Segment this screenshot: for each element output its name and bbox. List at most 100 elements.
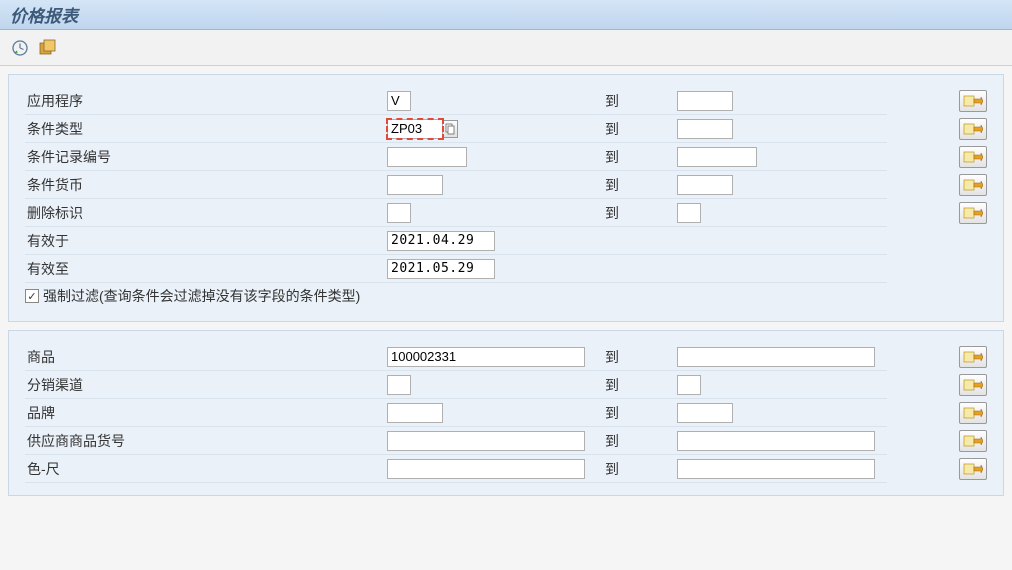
field-label: 色-尺 [25, 455, 387, 483]
from-cell [387, 427, 597, 455]
from-input[interactable] [387, 91, 411, 111]
to-cell [677, 115, 887, 143]
from-input[interactable] [387, 347, 585, 367]
from-cell [387, 371, 597, 399]
from-cell [387, 455, 597, 483]
field-row: 有效于 [25, 227, 987, 255]
to-label: 到 [597, 143, 677, 171]
multiple-selection-button[interactable] [959, 90, 987, 112]
to-input[interactable] [677, 147, 757, 167]
action-cell [947, 399, 987, 427]
to-input[interactable] [677, 203, 701, 223]
field-label: 有效至 [25, 255, 387, 283]
from-cell [387, 227, 597, 255]
field-label: 分销渠道 [25, 371, 387, 399]
page-title: 价格报表 [10, 2, 78, 27]
to-label: 到 [597, 87, 677, 115]
to-cell [677, 143, 887, 171]
from-cell [387, 343, 597, 371]
title-bar: 价格报表 [0, 0, 1012, 30]
field-row: 条件货币 到 [25, 171, 987, 199]
field-row: 分销渠道 到 [25, 371, 987, 399]
from-cell [387, 399, 597, 427]
multiple-selection-button[interactable] [959, 374, 987, 396]
multiple-selection-button[interactable] [959, 174, 987, 196]
variants-button[interactable] [38, 38, 58, 58]
multiple-selection-button[interactable] [959, 458, 987, 480]
to-input[interactable] [677, 431, 875, 451]
action-cell [947, 427, 987, 455]
to-input[interactable] [677, 375, 701, 395]
from-input[interactable] [387, 375, 411, 395]
field-row: 商品 到 [25, 343, 987, 371]
action-cell [947, 371, 987, 399]
to-input[interactable] [677, 91, 733, 111]
multiple-selection-button[interactable] [959, 118, 987, 140]
force-filter-row: ✓ 强制过滤(查询条件会过滤掉没有该字段的条件类型) [25, 283, 987, 309]
to-cell [677, 427, 887, 455]
from-input[interactable] [387, 175, 443, 195]
from-input[interactable] [387, 403, 443, 423]
action-cell [947, 143, 987, 171]
from-cell [387, 255, 597, 283]
multiple-selection-button[interactable] [959, 146, 987, 168]
action-cell [947, 343, 987, 371]
to-label: 到 [597, 115, 677, 143]
from-cell [387, 143, 597, 171]
search-help-icon[interactable] [442, 120, 458, 138]
field-label: 供应商商品货号 [25, 427, 387, 455]
to-label: 到 [597, 371, 677, 399]
field-label: 条件货币 [25, 171, 387, 199]
to-input[interactable] [677, 403, 733, 423]
from-input[interactable] [387, 459, 585, 479]
to-label: 到 [597, 455, 677, 483]
to-label: 到 [597, 171, 677, 199]
field-label: 条件类型 [25, 115, 387, 143]
field-row: 品牌 到 [25, 399, 987, 427]
field-row: 应用程序 到 [25, 87, 987, 115]
field-label: 品牌 [25, 399, 387, 427]
action-cell [947, 171, 987, 199]
from-input[interactable] [387, 231, 495, 251]
to-input[interactable] [677, 459, 875, 479]
multiple-selection-button[interactable] [959, 202, 987, 224]
from-input[interactable] [387, 431, 585, 451]
from-input[interactable] [387, 203, 411, 223]
from-input[interactable] [387, 119, 443, 139]
from-cell [387, 115, 597, 143]
to-input[interactable] [677, 119, 733, 139]
to-label: 到 [597, 427, 677, 455]
field-row: 色-尺 到 [25, 455, 987, 483]
from-input[interactable] [387, 259, 495, 279]
to-cell [677, 371, 887, 399]
action-cell [947, 199, 987, 227]
to-cell [677, 343, 887, 371]
field-label: 商品 [25, 343, 387, 371]
to-cell [677, 171, 887, 199]
from-input[interactable] [387, 147, 467, 167]
field-row: 条件记录编号 到 [25, 143, 987, 171]
field-label: 应用程序 [25, 87, 387, 115]
field-row: 条件类型 到 [25, 115, 987, 143]
selection-panel-1: 应用程序到 条件类型 到 条件记录编号到 条件货币到 删除标识到 有效于有效至✓… [8, 74, 1004, 322]
field-row: 有效至 [25, 255, 987, 283]
execute-button[interactable] [10, 38, 30, 58]
field-row: 删除标识到 [25, 199, 987, 227]
to-label: 到 [597, 199, 677, 227]
to-input[interactable] [677, 175, 733, 195]
to-label: 到 [597, 343, 677, 371]
action-cell [947, 227, 987, 255]
force-filter-checkbox[interactable]: ✓ [25, 289, 39, 303]
from-cell [387, 87, 597, 115]
field-label: 条件记录编号 [25, 143, 387, 171]
multiple-selection-button[interactable] [959, 346, 987, 368]
multiple-selection-button[interactable] [959, 430, 987, 452]
multiple-selection-button[interactable] [959, 402, 987, 424]
force-filter-label: 强制过滤(查询条件会过滤掉没有该字段的条件类型) [43, 286, 360, 306]
field-row: 供应商商品货号 到 [25, 427, 987, 455]
to-label: 到 [597, 399, 677, 427]
to-input[interactable] [677, 347, 875, 367]
action-cell [947, 255, 987, 283]
action-cell [947, 87, 987, 115]
field-label: 有效于 [25, 227, 387, 255]
